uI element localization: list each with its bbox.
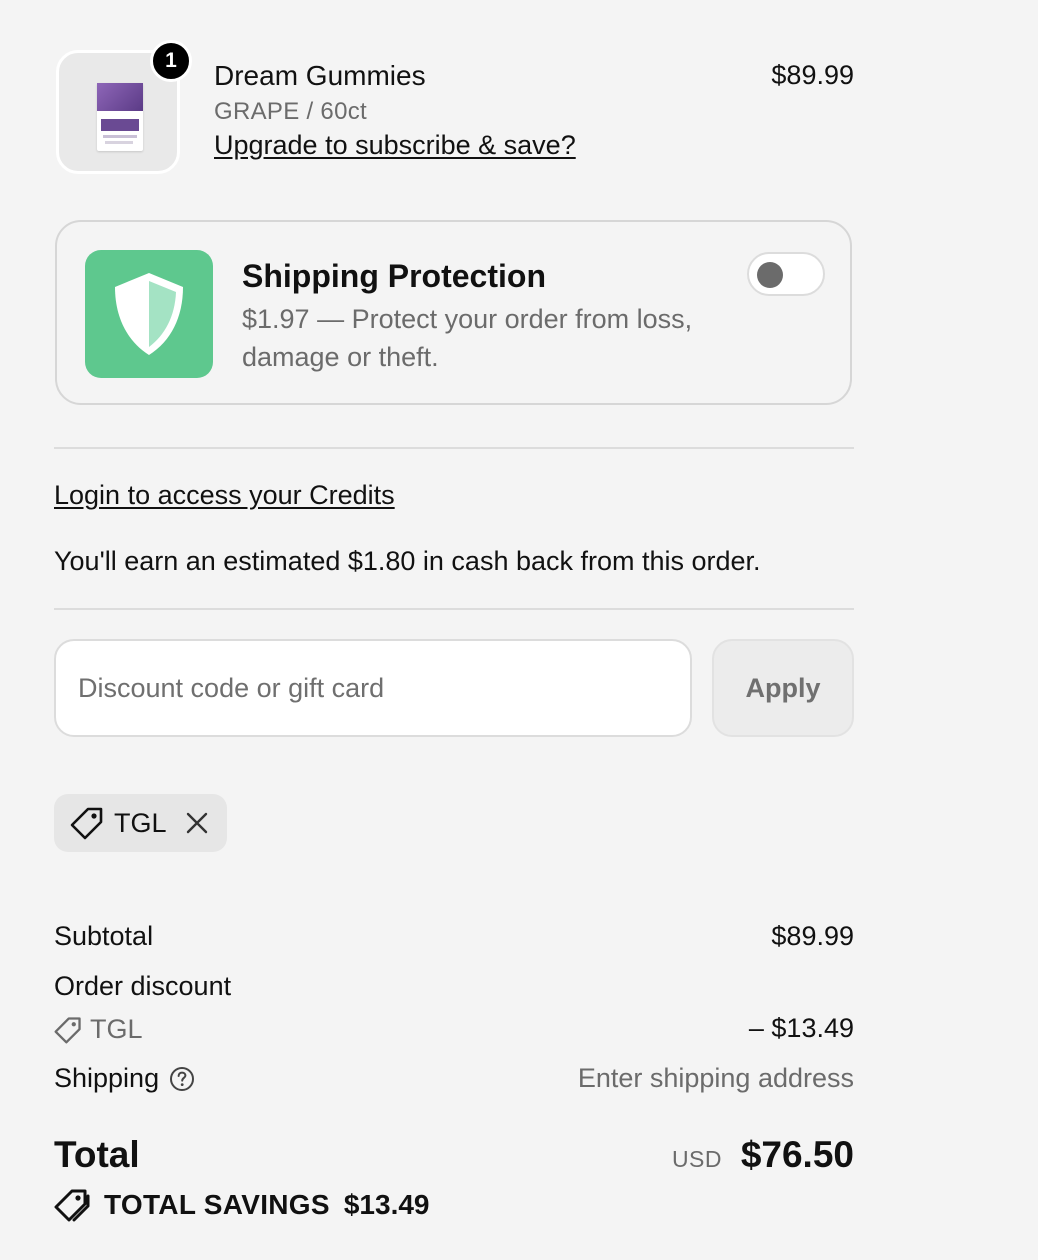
shipping-protection-title: Shipping Protection — [242, 258, 546, 294]
shield-icon — [85, 250, 213, 378]
discount-value: – $13.49 — [748, 1013, 854, 1043]
total-label: Total — [54, 1134, 140, 1175]
shipping-protection-card: Shipping Protection $1.97 — Protect your… — [55, 220, 852, 405]
upgrade-subscribe-link[interactable]: Upgrade to subscribe & save? — [214, 130, 576, 161]
help-icon[interactable] — [169, 1066, 195, 1092]
total-currency: USD — [671, 1146, 722, 1172]
shipping-label: Shipping — [54, 1063, 160, 1093]
subtotal-label: Subtotal — [54, 921, 154, 951]
apply-button[interactable]: Apply — [712, 639, 854, 737]
shipping-protection-toggle[interactable] — [747, 252, 825, 296]
applied-discount-chip: TGL — [54, 794, 227, 852]
login-credits-link[interactable]: Login to access your Credits — [54, 480, 395, 511]
shipping-row: Shipping — [54, 1063, 195, 1094]
order-discount-label: Order discount — [54, 971, 232, 1001]
applied-discount-code: TGL — [114, 807, 167, 838]
total-savings-label: TOTAL SAVINGS — [104, 1189, 330, 1220]
subtotal-value: $89.99 — [771, 921, 854, 951]
tag-icon — [54, 1016, 82, 1044]
total-savings-amount: $13.49 — [343, 1189, 430, 1220]
shipping-value: Enter shipping address — [577, 1063, 854, 1093]
discount-code-input[interactable] — [54, 639, 692, 737]
shipping-protection-description: $1.97 — Protect your order from loss, da… — [242, 304, 693, 372]
divider — [54, 608, 854, 610]
discount-code-line: TGL — [54, 1014, 143, 1045]
toggle-knob — [757, 262, 783, 288]
tag-icon — [70, 806, 104, 840]
total-savings: TOTAL SAVINGS $13.49 — [54, 1188, 430, 1222]
product-price: $89.99 — [771, 60, 854, 90]
total-amount: $76.50 — [740, 1134, 854, 1175]
product-title: Dream Gummies — [214, 60, 426, 91]
summary-discount-code: TGL — [90, 1014, 143, 1044]
remove-discount-close-icon[interactable] — [185, 811, 209, 835]
dream-gummies-package-image — [97, 83, 143, 151]
quantity-badge: 1 — [150, 40, 192, 82]
divider — [54, 447, 854, 449]
product-variant: GRAPE / 60ct — [214, 98, 367, 125]
cashback-text: You'll earn an estimated $1.80 in cash b… — [54, 546, 761, 576]
tags-icon — [54, 1188, 90, 1222]
